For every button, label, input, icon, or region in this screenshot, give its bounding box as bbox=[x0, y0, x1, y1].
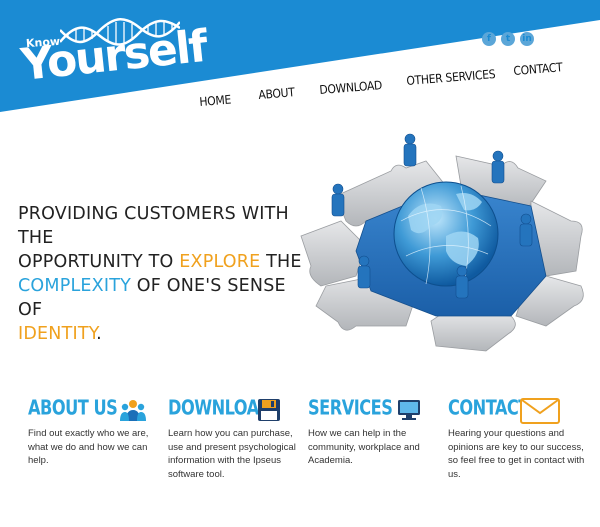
puzzle-globe-illustration bbox=[300, 133, 584, 352]
nav-about[interactable]: ABOUT bbox=[258, 85, 295, 102]
nav-download[interactable]: DOWNLOAD bbox=[319, 78, 383, 97]
feature-desc-services: How we can help in the community, workpl… bbox=[308, 428, 420, 466]
features-section: ABOUT US Find out exactly who we are, wh… bbox=[0, 396, 600, 527]
nav-contact[interactable]: CONTACT bbox=[513, 60, 563, 78]
feature-desc-about-us: Find out exactly who we are, what we do … bbox=[28, 428, 149, 466]
hero-line-4: IDENTITY. bbox=[18, 322, 308, 346]
nav-other-services[interactable]: OTHER SERVICES bbox=[406, 67, 496, 88]
feature-title-about-us[interactable]: ABOUT US bbox=[28, 396, 118, 420]
feature-about-us: ABOUT US Find out exactly who we are, wh… bbox=[28, 396, 166, 468]
floppy-disk-icon bbox=[258, 399, 280, 421]
hero-tagline: PROVIDING CUSTOMERS WITH THE OPPORTUNITY… bbox=[18, 202, 308, 346]
envelope-icon bbox=[520, 398, 560, 424]
hero-text-segment: OPPORTUNITY TO bbox=[18, 252, 180, 272]
feature-services: SERVICES How we can help in the communit… bbox=[308, 396, 446, 468]
hero-text-segment: . bbox=[96, 324, 102, 344]
feature-download: DOWNLOAD Learn how you can purchase, use… bbox=[168, 396, 306, 481]
hero-line-1: PROVIDING CUSTOMERS WITH THE bbox=[18, 204, 289, 248]
hero-highlight-explore: EXPLORE bbox=[179, 252, 261, 272]
feature-desc-download: Learn how you can purchase, use and pres… bbox=[168, 428, 296, 480]
nav-home[interactable]: HOME bbox=[199, 93, 232, 109]
monitor-icon bbox=[398, 400, 420, 420]
people-icon bbox=[120, 400, 146, 421]
feature-contact: CONTACT Hearing your questions and opini… bbox=[448, 396, 586, 481]
feature-desc-contact: Hearing your questions and opinions are … bbox=[448, 428, 585, 480]
hero-highlight-identity: IDENTITY bbox=[18, 324, 97, 344]
feature-title-contact[interactable]: CONTACT bbox=[448, 396, 529, 420]
hero-highlight-complexity: COMPLEXITY bbox=[18, 276, 131, 296]
feature-title-services[interactable]: SERVICES bbox=[308, 396, 393, 420]
hero-line-2: OPPORTUNITY TO EXPLORE THE bbox=[18, 250, 308, 274]
hero-line-3: COMPLEXITY OF ONE'S SENSE OF bbox=[18, 274, 308, 322]
main-nav: HOME ABOUT DOWNLOAD OTHER SERVICES CONTA… bbox=[0, 0, 600, 130]
